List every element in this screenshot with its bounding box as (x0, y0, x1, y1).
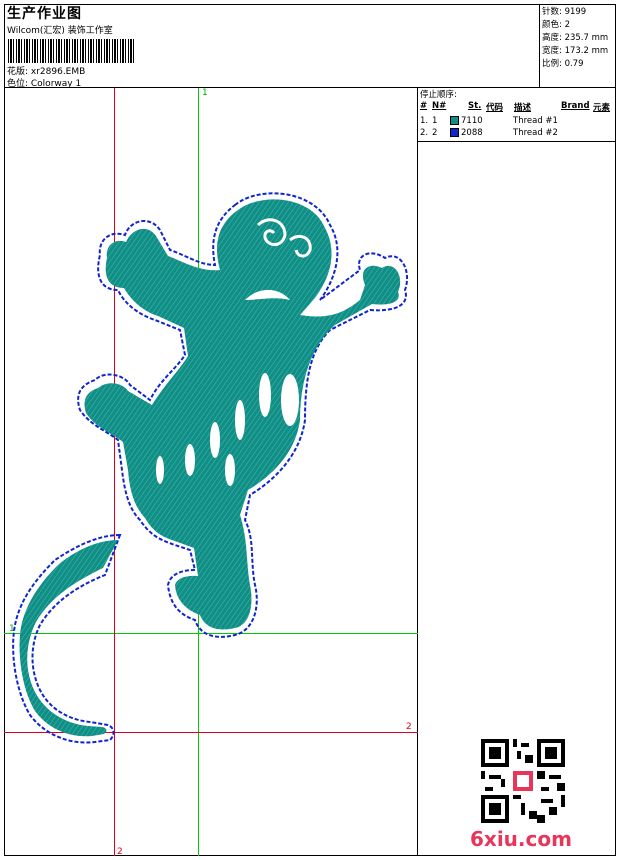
gecko-embroidery-design (12, 192, 408, 744)
gecko-body (19, 199, 401, 737)
watermark-logo: 6xiu.com (470, 827, 572, 851)
qr-code (481, 739, 565, 823)
